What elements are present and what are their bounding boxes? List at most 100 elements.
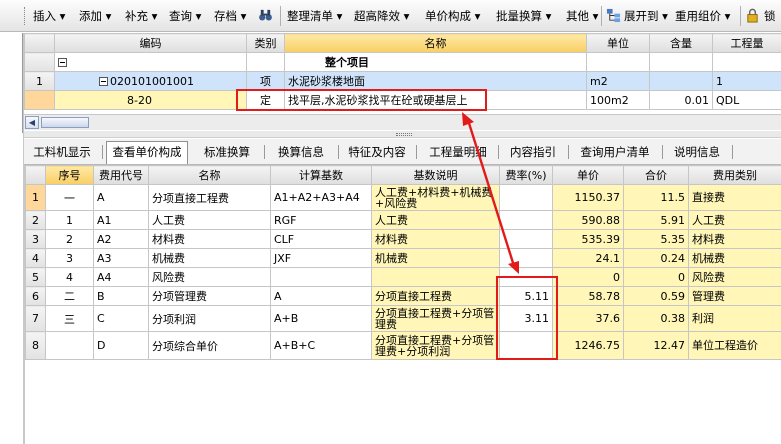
category-cell[interactable]: 人工费: [688, 210, 781, 230]
insert-button[interactable]: 插入 ▾: [33, 8, 65, 24]
qty-cell[interactable]: [649, 52, 713, 72]
reuse-pricing-button[interactable]: 重用组价 ▾: [675, 8, 730, 24]
row-header[interactable]: 1: [24, 71, 55, 91]
qty-cell[interactable]: [649, 71, 713, 91]
base-cell[interactable]: RGF: [270, 210, 372, 230]
tab-convert-info[interactable]: 换算信息: [268, 142, 334, 162]
horizontal-scrollbar[interactable]: ◀: [24, 114, 781, 130]
batch-convert-button[interactable]: 批量换算 ▾: [496, 8, 551, 24]
tab-notes[interactable]: 说明信息: [666, 142, 728, 162]
price-cell[interactable]: 24.1: [552, 248, 624, 268]
base-desc-cell[interactable]: 分项直接工程费: [371, 286, 500, 306]
base-desc-cell[interactable]: 人工费+材料费+机械费+风险费: [371, 184, 500, 211]
seq-cell[interactable]: 4: [45, 267, 94, 287]
fee-code-cell[interactable]: A1: [93, 210, 149, 230]
category-cell[interactable]: 利润: [688, 305, 781, 332]
expand-tree-icon[interactable]: [606, 8, 621, 23]
col-price[interactable]: 单价: [552, 165, 624, 185]
amount-cell[interactable]: [712, 52, 781, 72]
row-header[interactable]: 3: [25, 229, 46, 249]
qty-cell[interactable]: 0.01: [649, 90, 713, 110]
total-cell[interactable]: 0.24: [623, 248, 689, 268]
price-cell[interactable]: 1150.37: [552, 184, 624, 211]
col-code[interactable]: 编码: [54, 33, 247, 53]
scroll-left-icon[interactable]: ◀: [25, 116, 39, 129]
col-base-desc[interactable]: 基数说明: [371, 165, 500, 185]
table-row[interactable]: 3 2 A2 材料费 CLF 材料费 535.39 5.35 材料费: [25, 229, 781, 249]
seq-cell[interactable]: 2: [45, 229, 94, 249]
rate-cell[interactable]: 3.11: [499, 305, 553, 332]
name-cell[interactable]: 人工费: [148, 210, 271, 230]
query-button[interactable]: 查询 ▾: [169, 8, 201, 24]
row-header[interactable]: [24, 52, 55, 72]
base-cell[interactable]: A+B: [270, 305, 372, 332]
price-cell[interactable]: 590.88: [552, 210, 624, 230]
binoculars-icon[interactable]: [258, 8, 273, 23]
tab-quantity-detail[interactable]: 工程量明细: [422, 142, 494, 162]
name-cell[interactable]: 分项管理费: [148, 286, 271, 306]
add-button[interactable]: 添加 ▾: [79, 8, 111, 24]
col-fee-code[interactable]: 费用代号: [93, 165, 149, 185]
rate-cell[interactable]: [499, 331, 553, 360]
base-cell[interactable]: A+B+C: [270, 331, 372, 360]
price-cell[interactable]: 535.39: [552, 229, 624, 249]
total-cell[interactable]: 0: [623, 267, 689, 287]
name-cell[interactable]: 分项综合单价: [148, 331, 271, 360]
base-desc-cell[interactable]: 分项直接工程费+分项管理费: [371, 305, 500, 332]
price-cell[interactable]: 58.78: [552, 286, 624, 306]
category-cell[interactable]: 材料费: [688, 229, 781, 249]
row-header[interactable]: 8: [25, 331, 46, 360]
col-name[interactable]: 名称: [148, 165, 271, 185]
table-row[interactable]: 2 1 A1 人工费 RGF 人工费 590.88 5.91 人工费: [25, 210, 781, 230]
base-cell[interactable]: [270, 267, 372, 287]
name-cell[interactable]: 风险费: [148, 267, 271, 287]
tab-labor-material[interactable]: 工料机显示: [28, 142, 96, 162]
table-row[interactable]: 4 3 A3 机械费 JXF 机械费 24.1 0.24 机械费: [25, 248, 781, 268]
supplement-button[interactable]: 补充 ▾: [125, 8, 157, 24]
base-cell[interactable]: A1+A2+A3+A4: [270, 184, 372, 211]
amount-cell[interactable]: 1: [712, 71, 781, 91]
rate-cell[interactable]: [499, 267, 553, 287]
seq-cell[interactable]: 二: [45, 286, 94, 306]
base-desc-cell[interactable]: [371, 267, 500, 287]
seq-cell[interactable]: 1: [45, 210, 94, 230]
name-cell[interactable]: 整个项目: [284, 52, 587, 72]
table-row[interactable]: 8-20 定 找平层,水泥砂浆找平在砼或硬基层上 100m2 0.01 QDL: [24, 90, 781, 110]
fee-code-cell[interactable]: A2: [93, 229, 149, 249]
name-cell[interactable]: 分项直接工程费: [148, 184, 271, 211]
row-header[interactable]: 4: [25, 248, 46, 268]
category-cell[interactable]: 风险费: [688, 267, 781, 287]
organize-list-button[interactable]: 整理清单 ▾: [287, 8, 342, 24]
name-cell[interactable]: 材料费: [148, 229, 271, 249]
table-row[interactable]: 7 三 C 分项利润 A+B 分项直接工程费+分项管理费 3.11 37.6 0.38 利润: [25, 305, 781, 332]
fee-code-cell[interactable]: B: [93, 286, 149, 306]
rate-cell[interactable]: [499, 229, 553, 249]
total-cell[interactable]: 0.59: [623, 286, 689, 306]
type-cell[interactable]: [246, 52, 285, 72]
seq-cell[interactable]: 3: [45, 248, 94, 268]
name-cell[interactable]: 分项利润: [148, 305, 271, 332]
unit-cell[interactable]: m2: [586, 71, 650, 91]
col-rate[interactable]: 费率(%): [499, 165, 553, 185]
type-cell[interactable]: 项: [246, 71, 285, 91]
total-cell[interactable]: 0.38: [623, 305, 689, 332]
fee-code-cell[interactable]: A: [93, 184, 149, 211]
base-desc-cell[interactable]: 材料费: [371, 229, 500, 249]
base-cell[interactable]: JXF: [270, 248, 372, 268]
table-row[interactable]: 1 020101001001 项 水泥砂浆楼地面 m2 1: [24, 71, 781, 91]
scroll-thumb[interactable]: [41, 117, 89, 128]
col-type[interactable]: 类别: [246, 33, 285, 53]
code-cell[interactable]: 020101001001: [54, 71, 247, 91]
row-header[interactable]: [24, 90, 55, 110]
row-header[interactable]: 1: [25, 184, 46, 211]
archive-button[interactable]: 存档 ▾: [214, 8, 246, 24]
name-cell[interactable]: 机械费: [148, 248, 271, 268]
base-cell[interactable]: CLF: [270, 229, 372, 249]
row-header[interactable]: 5: [25, 267, 46, 287]
type-cell[interactable]: 定: [246, 90, 285, 110]
total-cell[interactable]: 12.47: [623, 331, 689, 360]
fee-code-cell[interactable]: C: [93, 305, 149, 332]
tab-user-list[interactable]: 查询用户清单: [572, 142, 658, 162]
total-cell[interactable]: 5.91: [623, 210, 689, 230]
unit-cell[interactable]: 100m2: [586, 90, 650, 110]
